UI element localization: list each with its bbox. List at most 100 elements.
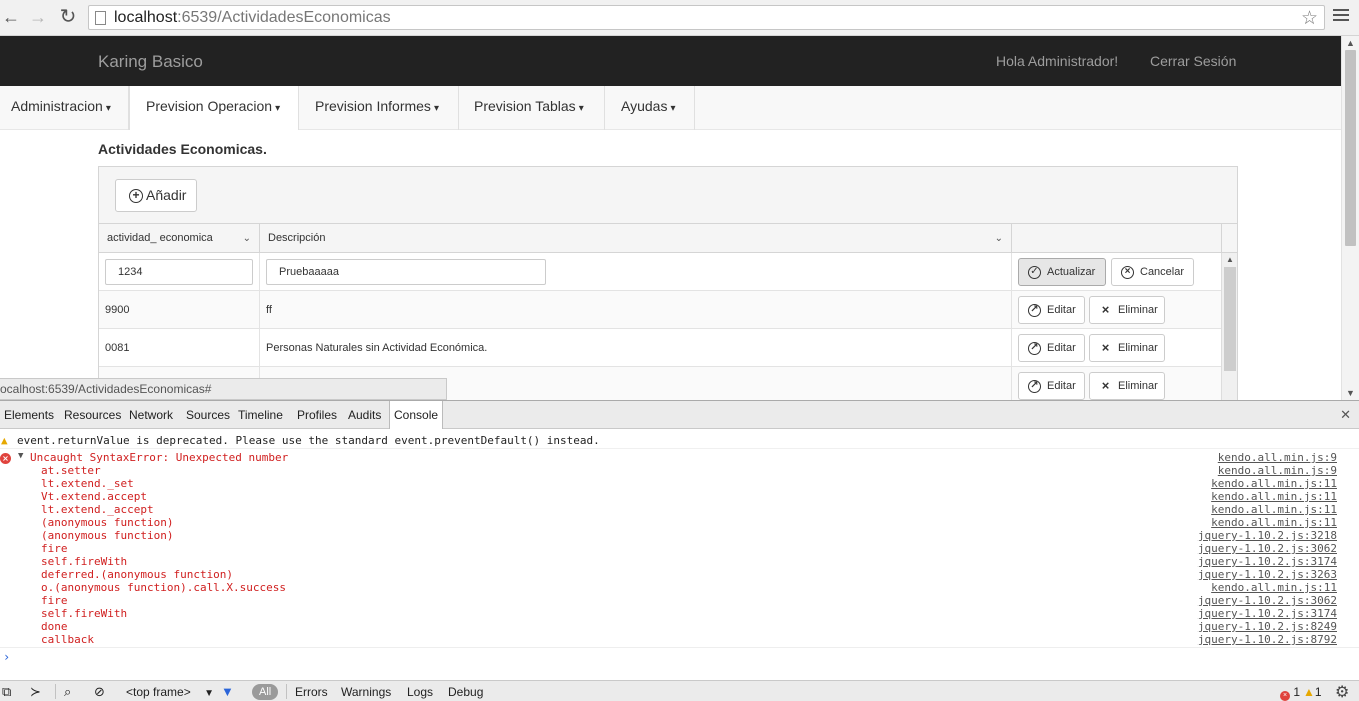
tab-elements[interactable]: Elements (4, 401, 54, 429)
edit-circle-icon: ↗ (1028, 304, 1041, 317)
expand-triangle-icon[interactable]: ▼ (18, 451, 23, 461)
description-input[interactable] (266, 259, 546, 285)
tab-timeline[interactable]: Timeline (238, 401, 283, 429)
address-bar[interactable]: localhost:6539/ActividadesEconomicas ☆ (88, 5, 1325, 30)
console-prompt-icon[interactable]: › (3, 650, 10, 664)
filter-icon[interactable]: ▼ (221, 684, 234, 700)
frame-select[interactable]: <top frame> ▼ (126, 684, 214, 700)
warning-count[interactable]: ▲1 (1303, 684, 1322, 700)
scroll-up-icon[interactable]: ▲ (1226, 255, 1234, 264)
source-link[interactable]: jquery-1.10.2.js:3062 (1198, 542, 1337, 555)
caret-down-icon: ▾ (105, 103, 111, 114)
add-button[interactable]: + Añadir (115, 179, 197, 212)
search-icon[interactable]: ⌕ (64, 684, 71, 700)
address-url[interactable]: localhost:6539/ActividadesEconomicas (114, 9, 391, 27)
cancel-button[interactable]: × Cancelar (1111, 258, 1194, 286)
devtools-statusbar: ⧉ ≻ ⌕ ⊘ <top frame> ▼ ▼ All Errors Warni… (0, 680, 1359, 701)
delete-button[interactable]: × Eliminar (1089, 372, 1165, 400)
close-icon[interactable]: ✕ (1340, 407, 1351, 423)
tab-console[interactable]: Console (389, 401, 444, 429)
bookmark-star-icon[interactable]: ☆ (1301, 7, 1318, 30)
brand-link[interactable]: Karing Basico (98, 52, 203, 72)
source-link[interactable]: jquery-1.10.2.js:8792 (1198, 633, 1337, 646)
source-link[interactable]: kendo.all.min.js:9 (1218, 464, 1337, 477)
filter-all[interactable]: All (252, 684, 279, 700)
menu-ayudas[interactable]: Ayudas ▾ (605, 86, 695, 130)
reload-icon[interactable]: ↻ (57, 6, 79, 28)
hamburger-menu-icon[interactable] (1333, 9, 1349, 25)
column-header-actividad[interactable]: actividad_ economica ⌄ (99, 224, 260, 253)
source-link[interactable]: jquery-1.10.2.js:3218 (1198, 529, 1337, 542)
menu-prevision-operacion[interactable]: Prevision Operacion ▾ (129, 86, 299, 130)
filter-errors[interactable]: Errors (295, 684, 328, 700)
edit-button[interactable]: ↗ Editar (1018, 372, 1085, 400)
filter-debug[interactable]: Debug (448, 684, 483, 700)
dock-icon[interactable]: ⧉ (2, 684, 11, 700)
menu-prevision-informes[interactable]: Prevision Informes ▾ (299, 86, 459, 130)
delete-button[interactable]: × Eliminar (1089, 334, 1165, 362)
caret-down-icon: ▾ (578, 103, 584, 114)
caret-down-icon: ▾ (670, 103, 676, 114)
update-button[interactable]: ✓ Actualizar (1018, 258, 1106, 286)
check-circle-icon: ✓ (1028, 266, 1041, 279)
source-link[interactable]: jquery-1.10.2.js:3174 (1198, 607, 1337, 620)
error-circle-icon: × (1280, 691, 1290, 701)
tab-audits[interactable]: Audits (348, 401, 381, 429)
page-scrollbar[interactable]: ▲ ▼ (1341, 36, 1359, 400)
menu-administracion[interactable]: Administracion ▾ (0, 86, 129, 130)
source-link[interactable]: kendo.all.min.js:11 (1211, 581, 1337, 594)
grid-scroll-thumb[interactable] (1224, 267, 1236, 371)
logout-link[interactable]: Cerrar Sesión (1150, 53, 1236, 69)
source-link[interactable]: jquery-1.10.2.js:3263 (1198, 568, 1337, 581)
plus-circle-icon: + (129, 189, 143, 203)
code-cell: 9900 (99, 291, 260, 329)
tab-network[interactable]: Network (129, 401, 173, 429)
stack-frame: self.fireWith (41, 555, 128, 568)
delete-button[interactable]: × Eliminar (1089, 296, 1165, 324)
tab-resources[interactable]: Resources (64, 401, 121, 429)
scroll-up-icon[interactable]: ▲ (1346, 38, 1355, 48)
drawer-icon[interactable]: ≻ (30, 684, 41, 700)
filter-logs[interactable]: Logs (407, 684, 433, 700)
source-link[interactable]: jquery-1.10.2.js:3174 (1198, 555, 1337, 568)
edit-circle-icon: ↗ (1028, 342, 1041, 355)
column-header-actions (1012, 224, 1222, 253)
source-link[interactable]: kendo.all.min.js:11 (1211, 477, 1337, 490)
column-header-descripcion[interactable]: Descripción ⌄ (260, 224, 1012, 253)
source-link[interactable]: jquery-1.10.2.js:8249 (1198, 620, 1337, 633)
clear-console-icon[interactable]: ⊘ (94, 684, 105, 700)
sort-chevron-icon[interactable]: ⌄ (995, 224, 1003, 253)
tab-sources[interactable]: Sources (186, 401, 230, 429)
stack-frame: self.fireWith (41, 607, 128, 620)
greeting-link[interactable]: Hola Administrador! (996, 53, 1118, 69)
page-title: Actividades Economicas. (98, 141, 267, 157)
edit-button[interactable]: ↗ Editar (1018, 296, 1085, 324)
caret-down-icon: ▾ (433, 103, 439, 114)
gear-icon[interactable]: ⚙ (1335, 682, 1349, 701)
description-cell: ff (260, 291, 1012, 329)
actions-cell: ↗ Editar × Eliminar (1012, 291, 1221, 329)
forward-arrow-icon[interactable]: → (27, 6, 49, 28)
grid-scrollbar[interactable]: ▲ (1221, 253, 1237, 400)
devtools-tabs: Elements Resources Network Sources Timel… (0, 401, 1359, 429)
error-count[interactable]: × 1 (1280, 684, 1300, 701)
scroll-down-icon[interactable]: ▼ (1346, 388, 1355, 398)
sort-chevron-icon[interactable]: ⌄ (243, 224, 251, 253)
page-icon (95, 11, 106, 25)
code-input[interactable] (105, 259, 253, 285)
cancel-circle-icon: × (1121, 266, 1134, 279)
table-row: 0081 Personas Naturales sin Actividad Ec… (99, 329, 1221, 367)
stack-frame: fire (41, 542, 68, 555)
tab-profiles[interactable]: Profiles (297, 401, 337, 429)
filter-warnings[interactable]: Warnings (341, 684, 391, 700)
source-link[interactable]: kendo.all.min.js:11 (1211, 490, 1337, 503)
page-scroll-thumb[interactable] (1345, 50, 1356, 246)
source-link[interactable]: kendo.all.min.js:9 (1218, 451, 1337, 464)
edit-button[interactable]: ↗ Editar (1018, 334, 1085, 362)
source-link[interactable]: kendo.all.min.js:11 (1211, 516, 1337, 529)
source-link[interactable]: jquery-1.10.2.js:3062 (1198, 594, 1337, 607)
actions-cell: ✓ Actualizar × Cancelar (1012, 253, 1221, 291)
source-link[interactable]: kendo.all.min.js:11 (1211, 503, 1337, 516)
menu-prevision-tablas[interactable]: Prevision Tablas ▾ (459, 86, 605, 130)
back-arrow-icon[interactable]: ← (0, 6, 22, 28)
